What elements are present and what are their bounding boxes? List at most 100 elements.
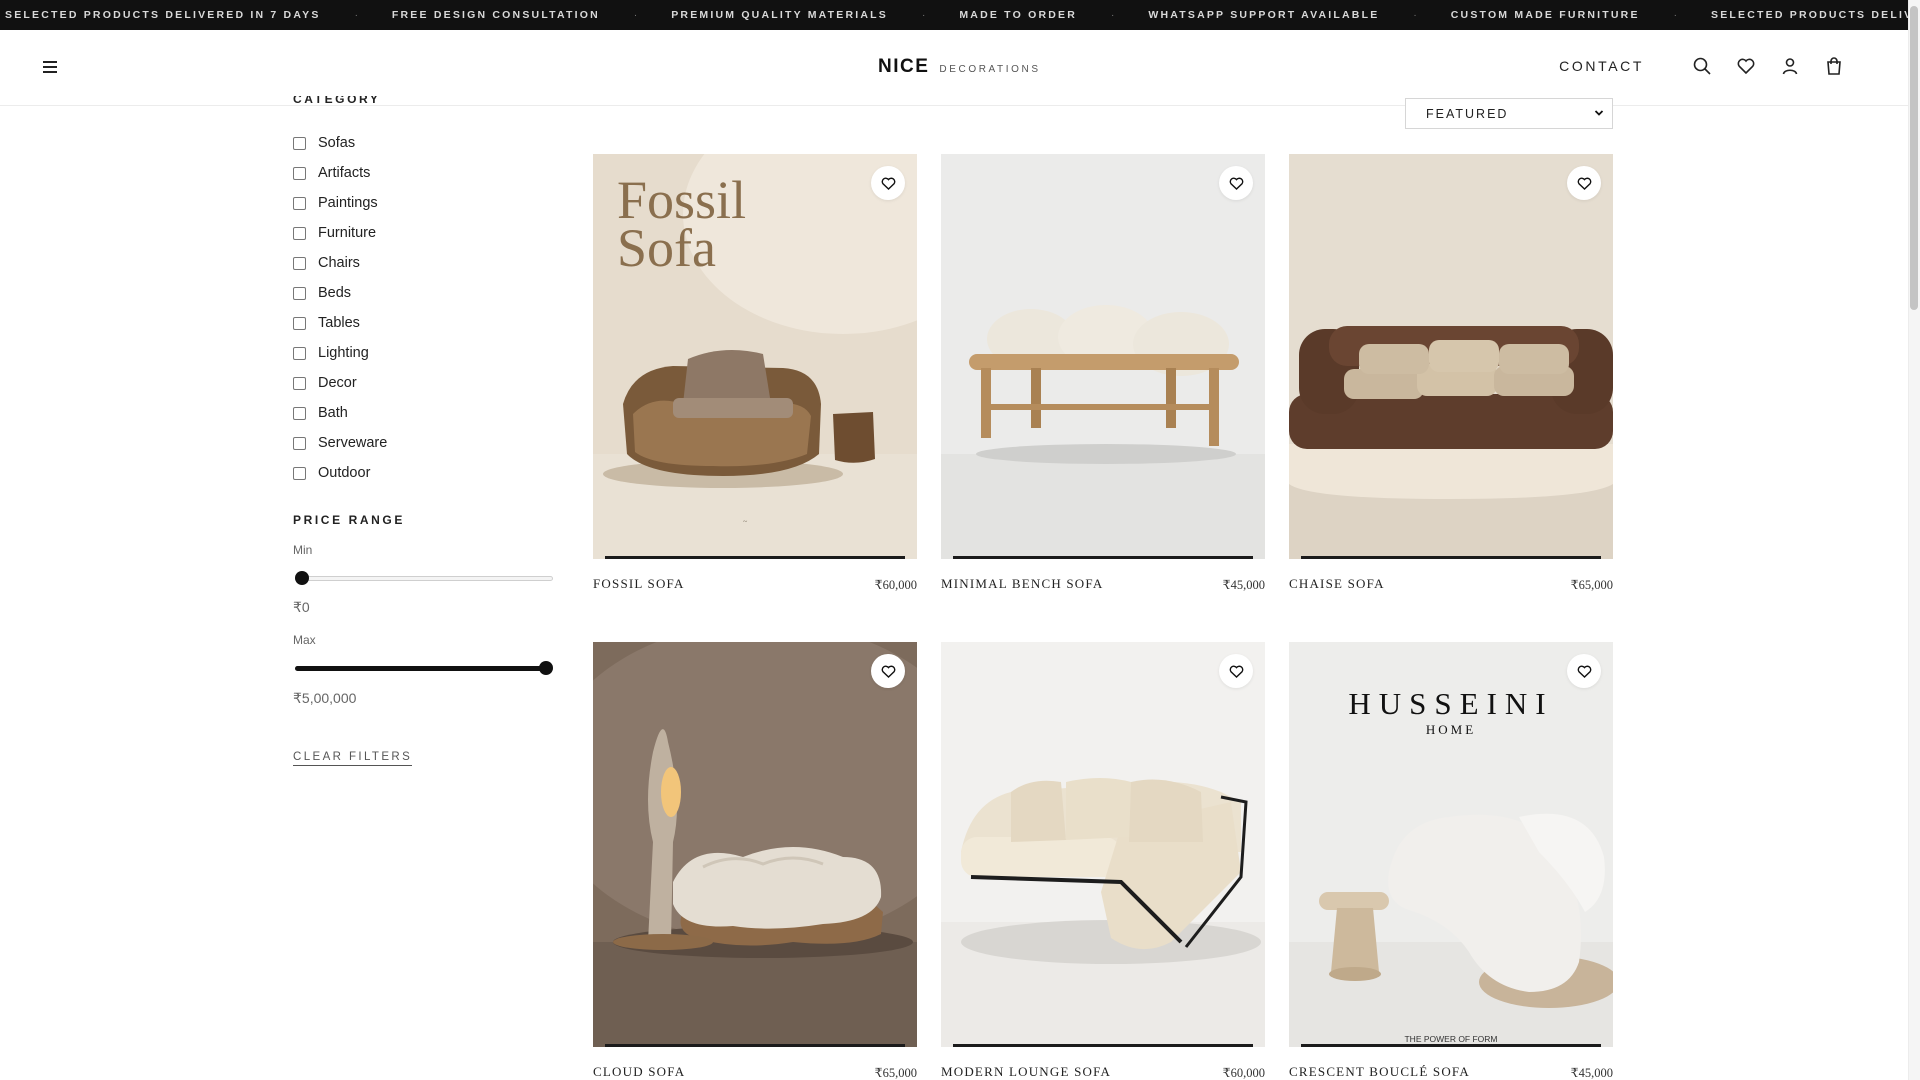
category-option-beds[interactable]: Beds (293, 278, 387, 308)
logo-sub: DECORATIONS (939, 64, 1041, 75)
product-card[interactable]: Modern Lounge Sofa ₹60,000 (941, 642, 1265, 1080)
wishlist-button[interactable] (871, 654, 905, 688)
logo[interactable]: NICE DECORATIONS (878, 56, 1041, 78)
product-price: ₹60,000 (874, 578, 917, 592)
announcement-item: Selected products delivered in 7 days (1711, 9, 1908, 21)
category-option-tables[interactable]: Tables (293, 308, 387, 338)
category-checkbox[interactable] (293, 406, 306, 420)
category-checkbox[interactable] (293, 196, 306, 210)
max-price-slider[interactable] (293, 660, 553, 676)
product-name[interactable]: Chaise Sofa (1289, 576, 1385, 592)
category-option-paintings[interactable]: Paintings (293, 188, 387, 218)
category-option-bath[interactable]: Bath (293, 398, 387, 428)
heart-icon[interactable] (1734, 54, 1758, 78)
image-caption: Fossil Sofa (617, 170, 747, 278)
product-name[interactable]: Cloud Sofa (593, 1064, 685, 1080)
announcement-item: Selected products delivered in 7 days (5, 9, 321, 21)
product-name[interactable]: Fossil Sofa (593, 576, 685, 592)
product-image[interactable] (941, 642, 1265, 1047)
category-label: Furniture (318, 225, 377, 241)
heart-icon (881, 177, 895, 190)
product-name[interactable]: Minimal Bench Sofa (941, 576, 1103, 592)
chevron-down-icon (1594, 110, 1604, 116)
min-price-track (295, 576, 553, 581)
category-option-lighting[interactable]: Lighting (293, 338, 387, 368)
scrollbar[interactable] (1908, 0, 1920, 1080)
header-actions: CONTACT (1559, 54, 1846, 78)
category-checkbox[interactable] (293, 286, 306, 300)
category-checkbox[interactable] (293, 436, 306, 450)
category-checkbox[interactable] (293, 166, 306, 180)
category-heading: CATEGORY (293, 96, 381, 106)
announcement-track: Selected products delivered in 7 days · Fr… (5, 0, 1908, 30)
search-icon[interactable] (1690, 54, 1714, 78)
category-checkbox[interactable] (293, 136, 306, 150)
category-label: Bath (318, 405, 348, 421)
category-option-decor[interactable]: Decor (293, 368, 387, 398)
category-checkbox[interactable] (293, 316, 306, 330)
category-label: Outdoor (318, 465, 371, 481)
min-price-slider[interactable] (293, 570, 553, 586)
category-option-furniture[interactable]: Furniture (293, 218, 387, 248)
wishlist-button[interactable] (1567, 166, 1601, 200)
product-card[interactable]: Cloud Sofa ₹65,000 (593, 642, 917, 1080)
announcement-separator: · (1413, 9, 1417, 21)
category-label: Tables (318, 315, 360, 331)
wishlist-button[interactable] (1567, 654, 1601, 688)
product-image[interactable]: ~ Fossil Sofa (593, 154, 917, 559)
clear-filters-link[interactable]: CLEAR FILTERS (293, 751, 413, 766)
product-image[interactable] (1289, 154, 1613, 559)
product-name[interactable]: Modern Lounge Sofa (941, 1064, 1111, 1080)
scrollbar-thumb[interactable] (1910, 6, 1918, 310)
contact-link[interactable]: CONTACT (1559, 58, 1644, 74)
product-card[interactable]: Chaise Sofa ₹65,000 (1289, 154, 1613, 594)
category-checkbox[interactable] (293, 256, 306, 270)
announcement-item: Premium quality materials (671, 9, 888, 21)
category-checkbox[interactable] (293, 226, 306, 240)
wishlist-button[interactable] (1219, 166, 1253, 200)
category-option-sofas[interactable]: Sofas (293, 128, 387, 158)
image-progress-bar (1301, 556, 1601, 559)
announcement-item: Free design consultation (391, 9, 600, 21)
user-icon[interactable] (1778, 54, 1802, 78)
image-tagline: THE POWER OF FORM (1404, 1034, 1498, 1044)
product-price: ₹65,000 (1570, 578, 1613, 592)
category-checkbox[interactable] (293, 466, 306, 480)
announcement-separator: · (922, 9, 926, 21)
product-image[interactable]: HUSSEINI HOME THE POWER OF FORM (1289, 642, 1613, 1047)
category-option-serveware[interactable]: Serveware (293, 428, 387, 458)
heart-icon (1229, 665, 1243, 678)
product-price: ₹45,000 (1570, 1066, 1613, 1080)
cart-icon[interactable] (1822, 54, 1846, 78)
product-card[interactable]: Minimal Bench Sofa ₹45,000 (941, 154, 1265, 594)
min-price-value: ₹0 (293, 599, 310, 615)
announcement-bar: Selected products delivered in 7 days · Fr… (0, 0, 1908, 30)
heart-icon (1229, 177, 1243, 190)
wishlist-button[interactable] (1219, 654, 1253, 688)
sort-select[interactable]: FEATURED (1405, 98, 1613, 129)
menu-icon[interactable] (40, 58, 60, 76)
category-label: Decor (318, 375, 357, 391)
min-price-label: Min (293, 543, 313, 557)
category-checkbox[interactable] (293, 376, 306, 390)
category-option-chairs[interactable]: Chairs (293, 248, 387, 278)
product-name[interactable]: Crescent Bouclé Sofa (1289, 1064, 1470, 1080)
category-option-artifacts[interactable]: Artifacts (293, 158, 387, 188)
category-label: Chairs (318, 255, 360, 271)
price-range-heading: PRICE RANGE (293, 513, 405, 527)
wishlist-button[interactable] (871, 166, 905, 200)
category-option-outdoor[interactable]: Outdoor (293, 458, 387, 488)
product-card[interactable]: HUSSEINI HOME THE POWER OF FORM Crescent… (1289, 642, 1613, 1080)
product-photo (593, 642, 917, 1047)
announcement-item: WhatsApp support available (1148, 9, 1380, 21)
category-checkbox[interactable] (293, 346, 306, 360)
product-price: ₹65,000 (874, 1066, 917, 1080)
max-price-thumb[interactable] (539, 661, 553, 675)
sort-selected-value: FEATURED (1426, 106, 1509, 121)
product-image[interactable] (593, 642, 917, 1047)
max-price-value: ₹5,00,000 (293, 690, 357, 706)
min-price-thumb[interactable] (295, 571, 309, 585)
product-image[interactable] (941, 154, 1265, 559)
product-card[interactable]: ~ Fossil Sofa Fossil Sofa ₹60,000 (593, 154, 917, 594)
product-photo (941, 154, 1265, 559)
